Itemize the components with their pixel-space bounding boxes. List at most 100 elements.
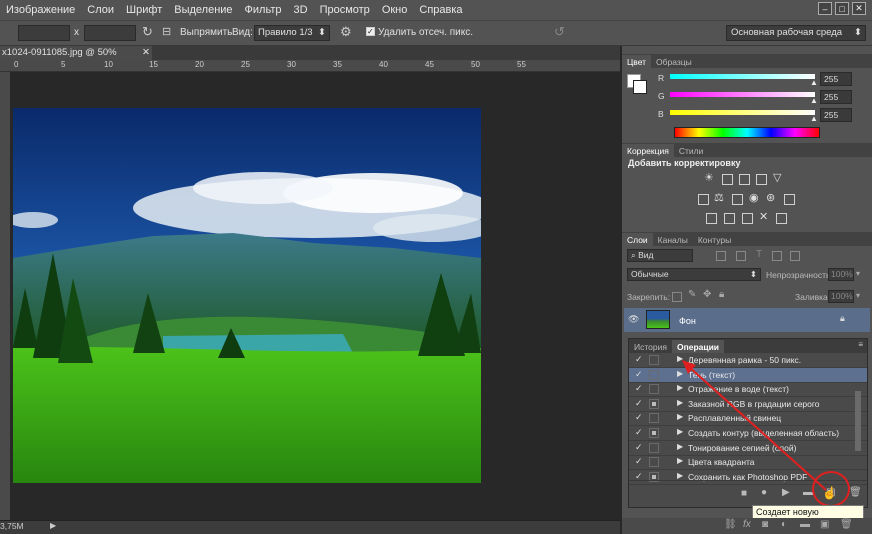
exposure-icon[interactable] bbox=[756, 174, 767, 185]
visibility-eye-icon[interactable]: 👁︎ bbox=[628, 314, 639, 325]
g-value-field[interactable]: 255 bbox=[820, 90, 852, 104]
toggle-check-icon[interactable]: ✓ bbox=[635, 412, 645, 423]
maximize-icon[interactable]: □ bbox=[835, 2, 849, 15]
width-field[interactable] bbox=[18, 25, 70, 41]
posterize-icon[interactable] bbox=[724, 213, 735, 224]
tab-actions[interactable]: Операции bbox=[671, 340, 725, 353]
document-tab[interactable]: x1024-0911085.jpg @ 50% (RGB/8#) ✕ bbox=[0, 46, 152, 72]
r-value-field[interactable]: 255 bbox=[820, 72, 852, 86]
gear-icon[interactable]: ⚙ bbox=[340, 24, 352, 40]
view-select[interactable]: Правило 1/3 ⬍ bbox=[254, 25, 330, 41]
filter-adjust-icon[interactable] bbox=[736, 251, 746, 261]
lock-all-icon[interactable]: 🔒︎ bbox=[719, 289, 724, 300]
tab-paths[interactable]: Контуры bbox=[693, 233, 736, 246]
slider-thumb-icon[interactable]: ▲ bbox=[810, 114, 818, 123]
menu-item-type[interactable]: Шрифт bbox=[120, 0, 168, 20]
dialog-toggle-box[interactable] bbox=[649, 398, 659, 409]
layer-filter-select[interactable]: ⌕ Вид bbox=[627, 249, 693, 262]
actions-scrollbar[interactable] bbox=[855, 391, 861, 451]
channel-mixer-icon[interactable]: ⊛ bbox=[766, 191, 775, 204]
menu-item-layers[interactable]: Слои bbox=[81, 0, 120, 20]
toggle-check-icon[interactable]: ✓ bbox=[635, 456, 645, 467]
dialog-toggle-box[interactable] bbox=[649, 384, 659, 395]
document-image[interactable] bbox=[13, 108, 481, 483]
g-slider[interactable] bbox=[670, 92, 815, 97]
close-icon[interactable]: ✕ bbox=[852, 2, 866, 15]
dialog-toggle-box[interactable] bbox=[649, 369, 659, 380]
tab-swatches[interactable]: Образцы bbox=[651, 55, 697, 68]
threshold-icon[interactable] bbox=[742, 213, 753, 224]
new-layer-icon[interactable]: ▣ bbox=[820, 519, 829, 530]
rotate-icon[interactable]: ↻ bbox=[142, 24, 153, 40]
dialog-toggle-box[interactable] bbox=[649, 428, 659, 438]
mask-icon[interactable]: ◙ bbox=[762, 519, 768, 530]
toggle-check-icon[interactable]: ✓ bbox=[635, 383, 645, 394]
dialog-toggle-box[interactable] bbox=[649, 442, 659, 453]
layer-row-background[interactable]: 👁︎ Фон 🔒︎ bbox=[624, 308, 870, 332]
tab-history[interactable]: История bbox=[629, 340, 672, 353]
height-field[interactable] bbox=[84, 25, 136, 41]
status-arrow-icon[interactable]: ▶ bbox=[50, 521, 56, 530]
b-slider[interactable] bbox=[670, 110, 815, 115]
toggle-check-icon[interactable]: ✓ bbox=[635, 398, 645, 409]
lock-transparency-icon[interactable] bbox=[672, 292, 682, 302]
opacity-field[interactable]: 100% bbox=[828, 268, 854, 281]
tab-color[interactable]: Цвет bbox=[622, 55, 652, 68]
delete-trash-icon[interactable]: 🗑︎ bbox=[849, 487, 862, 498]
opacity-arrow-icon[interactable]: ▾ bbox=[856, 269, 860, 278]
menu-item-window[interactable]: Окно bbox=[376, 0, 414, 20]
blend-mode-select[interactable]: Обычные ⬍ bbox=[627, 268, 761, 281]
color-spectrum-bar[interactable] bbox=[674, 127, 820, 138]
dialog-toggle-box[interactable] bbox=[649, 457, 659, 468]
minimize-icon[interactable]: – bbox=[818, 2, 832, 15]
photo-filter-icon[interactable]: ◉ bbox=[749, 191, 759, 204]
panel-menu-icon[interactable]: ≡ bbox=[858, 340, 863, 349]
menu-item-help[interactable]: Справка bbox=[413, 0, 468, 20]
menu-item-3d[interactable]: 3D bbox=[288, 0, 314, 20]
brightness-icon[interactable]: ☀ bbox=[704, 171, 714, 184]
adjustment-layer-icon[interactable]: ◐ bbox=[781, 519, 787, 530]
link-layers-icon[interactable]: ⛓ bbox=[724, 519, 737, 530]
vibrance-icon[interactable]: ▽ bbox=[773, 171, 781, 184]
delete-layer-icon[interactable]: 🗑︎ bbox=[840, 519, 853, 530]
delete-crop-checkbox[interactable]: ✓ bbox=[366, 27, 375, 36]
black-white-icon[interactable] bbox=[732, 194, 743, 205]
tab-adjustments[interactable]: Коррекция bbox=[622, 144, 674, 157]
tab-layers[interactable]: Слои bbox=[622, 233, 653, 246]
menu-item-select[interactable]: Выделение bbox=[168, 0, 238, 20]
dialog-toggle-box[interactable] bbox=[649, 355, 659, 365]
r-slider[interactable] bbox=[670, 74, 815, 79]
workspace-select[interactable]: Основная рабочая среда ⬍ bbox=[726, 25, 866, 41]
slider-thumb-icon[interactable]: ▲ bbox=[810, 78, 818, 87]
filter-shape-icon[interactable] bbox=[772, 251, 782, 261]
toggle-check-icon[interactable]: ✓ bbox=[635, 427, 645, 438]
levels-icon[interactable] bbox=[722, 174, 733, 185]
gradient-map-icon[interactable] bbox=[776, 213, 787, 224]
toggle-check-icon[interactable]: ✓ bbox=[635, 354, 645, 365]
selective-color-icon[interactable]: ✕ bbox=[759, 210, 768, 223]
group-folder-icon[interactable]: ▬ bbox=[800, 519, 810, 530]
hue-saturation-icon[interactable] bbox=[698, 194, 709, 205]
reset-icon[interactable]: ↺ bbox=[554, 24, 565, 40]
curves-icon[interactable] bbox=[739, 174, 750, 185]
straighten-button[interactable]: Выпрямить bbox=[180, 27, 232, 38]
tab-channels[interactable]: Каналы bbox=[653, 233, 693, 246]
tab-styles[interactable]: Стили bbox=[674, 144, 709, 157]
straighten-icon[interactable]: ⊟ bbox=[162, 25, 171, 38]
slider-thumb-icon[interactable]: ▲ bbox=[810, 96, 818, 105]
lock-position-icon[interactable]: ✥ bbox=[703, 289, 711, 300]
filter-smart-icon[interactable] bbox=[790, 251, 800, 261]
fx-icon[interactable]: fx bbox=[743, 519, 751, 530]
close-tab-icon[interactable]: ✕ bbox=[142, 46, 150, 60]
menu-item-view[interactable]: Просмотр bbox=[314, 0, 376, 20]
color-lookup-icon[interactable] bbox=[784, 194, 795, 205]
background-color-swatch[interactable] bbox=[633, 80, 647, 94]
filter-type-icon[interactable]: T bbox=[756, 249, 762, 260]
fill-field[interactable]: 100% bbox=[828, 290, 854, 303]
fill-arrow-icon[interactable]: ▾ bbox=[856, 291, 860, 300]
dialog-toggle-box[interactable] bbox=[649, 413, 659, 424]
toggle-check-icon[interactable]: ✓ bbox=[635, 442, 645, 453]
invert-icon[interactable] bbox=[706, 213, 717, 224]
toggle-check-icon[interactable]: ✓ bbox=[635, 369, 645, 380]
menu-item-image[interactable]: Изображение bbox=[0, 0, 81, 20]
